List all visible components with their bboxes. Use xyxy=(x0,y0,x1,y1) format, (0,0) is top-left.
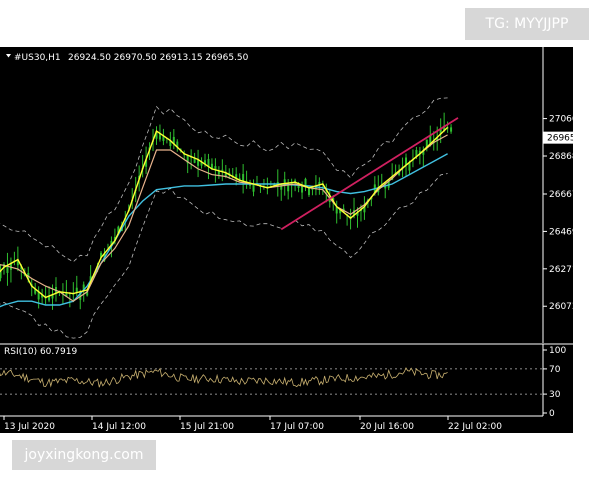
rsi-title: RSI(10) 60.7919 xyxy=(4,347,77,357)
chart-symbol-title: #US30,H1 xyxy=(14,53,61,63)
watermark-website: joyxingkong.com xyxy=(12,440,156,470)
price-tick-label: 27066.40 xyxy=(549,115,573,125)
watermark-telegram: TG: MYYJJPP xyxy=(465,8,589,40)
support-trendline[interactable] xyxy=(280,117,459,231)
time-tick-label: 20 Jul 16:00 xyxy=(360,422,414,432)
time-tick-label: 14 Jul 12:00 xyxy=(92,422,146,432)
envelope-bands xyxy=(0,97,448,339)
rsi-tick-label: 30 xyxy=(549,390,561,400)
ma-fast-line xyxy=(0,126,449,299)
chart-canvas[interactable]: #US30,H1 26924.50 26970.50 26913.15 2696… xyxy=(0,47,573,433)
rsi-tick-label: 0 xyxy=(549,409,555,419)
price-tick-label: 26868.40 xyxy=(549,152,573,162)
price-tick-label: 26073.40 xyxy=(549,302,573,312)
price-tick-label: 26271.40 xyxy=(549,265,573,275)
candle-body xyxy=(450,127,453,132)
time-tick-label: 17 Jul 07:00 xyxy=(270,422,324,432)
rsi-axis: 100 70 30 0 xyxy=(543,346,566,419)
candle-body xyxy=(242,174,245,182)
ma-mid-line xyxy=(0,134,448,302)
dropdown-triangle-icon[interactable] xyxy=(6,54,11,58)
rsi-indicator xyxy=(0,367,448,388)
time-axis: 13 Jul 2020 14 Jul 12:00 15 Jul 21:00 17 Ju… xyxy=(3,416,502,432)
price-axis: 27066.40 26868.40 26667.40 26469.40 26271.40… xyxy=(543,115,573,312)
time-tick-label: 22 Jul 02:00 xyxy=(448,422,502,432)
ma-slow-line xyxy=(0,153,448,308)
price-tick-label: 26667.40 xyxy=(549,190,573,200)
candles xyxy=(0,112,453,310)
rsi-tick-label: 70 xyxy=(549,365,561,375)
current-price-label: 26965.50 xyxy=(547,134,573,144)
chart-window[interactable]: #US30,H1 26924.50 26970.50 26913.15 2696… xyxy=(0,47,573,433)
candle-body xyxy=(307,187,310,195)
rsi-tick-label: 100 xyxy=(549,346,566,356)
rsi-line xyxy=(0,367,448,388)
price-tick-label: 26469.40 xyxy=(549,227,573,237)
trendline-layer[interactable] xyxy=(280,117,459,231)
time-tick-label: 13 Jul 2020 xyxy=(4,422,55,432)
ohlc-values: 26924.50 26970.50 26913.15 26965.50 xyxy=(68,53,249,63)
candle-body xyxy=(252,184,255,192)
lower-band-line xyxy=(0,173,448,339)
time-tick-label: 15 Jul 21:00 xyxy=(180,422,234,432)
upper-band-line xyxy=(0,97,448,263)
